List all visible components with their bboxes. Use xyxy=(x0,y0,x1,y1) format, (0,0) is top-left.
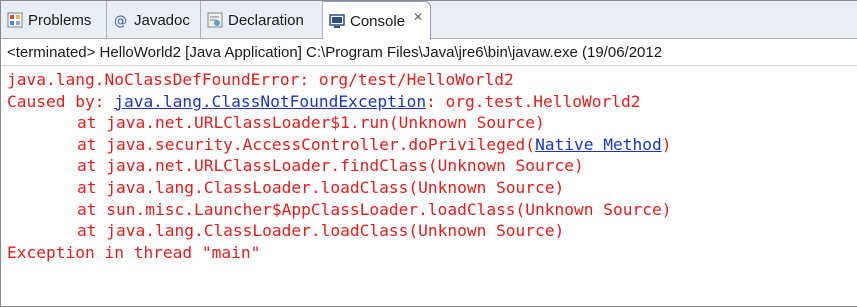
console-view: Problems @ Javadoc Declaration Console ✕… xyxy=(0,0,857,307)
stack-frame: at java.net.URLClassLoader$1.run(Unknown… xyxy=(77,113,545,133)
stack-frame-close: ) xyxy=(661,134,672,154)
console-output[interactable]: java.lang.NoClassDefFoundError: org/test… xyxy=(1,69,857,306)
problems-icon xyxy=(7,12,23,28)
tab-console[interactable]: Console ✕ xyxy=(323,1,431,40)
stack-frame: at java.lang.ClassLoader.loadClass(Unkno… xyxy=(77,221,565,241)
stack-frame: at java.security.AccessController.doPriv… xyxy=(7,134,857,156)
tab-problems-label: Problems xyxy=(28,11,92,29)
tab-declaration-label: Declaration xyxy=(228,11,304,29)
view-tab-bar: Problems @ Javadoc Declaration Console ✕ xyxy=(1,1,857,40)
caused-by-message: : org.test.HelloWorld2 xyxy=(426,91,641,111)
console-icon xyxy=(329,13,345,29)
native-method-link[interactable]: Native Method xyxy=(535,135,662,154)
exception-class-link[interactable]: java.lang.ClassNotFoundException xyxy=(114,92,426,111)
tab-declaration[interactable]: Declaration xyxy=(201,1,323,39)
tab-javadoc-label: Javadoc xyxy=(134,11,190,29)
stack-frame-text: at java.security.AccessController.doPriv… xyxy=(77,134,536,154)
svg-text:@: @ xyxy=(114,14,127,28)
stack-frame: at java.net.URLClassLoader.findClass(Unk… xyxy=(77,156,584,176)
stack-frame: at java.lang.ClassLoader.loadClass(Unkno… xyxy=(77,177,565,197)
close-icon[interactable]: ✕ xyxy=(413,10,423,24)
console-line: Exception in thread "main" xyxy=(7,242,261,262)
tab-console-label: Console xyxy=(350,12,406,30)
console-line: java.lang.NoClassDefFoundError: org/test… xyxy=(7,70,514,89)
tab-javadoc[interactable]: @ Javadoc xyxy=(107,1,201,39)
caused-by-label: Caused by: xyxy=(7,91,115,111)
tab-problems[interactable]: Problems xyxy=(1,1,107,39)
javadoc-icon: @ xyxy=(113,12,129,28)
console-line: Caused by: java.lang.ClassNotFoundExcept… xyxy=(7,91,857,113)
console-status-line: <terminated> HelloWorld2 [Java Applicati… xyxy=(1,40,857,66)
declaration-icon xyxy=(207,12,223,28)
stack-frame: at sun.misc.Launcher$AppClassLoader.load… xyxy=(77,199,672,219)
